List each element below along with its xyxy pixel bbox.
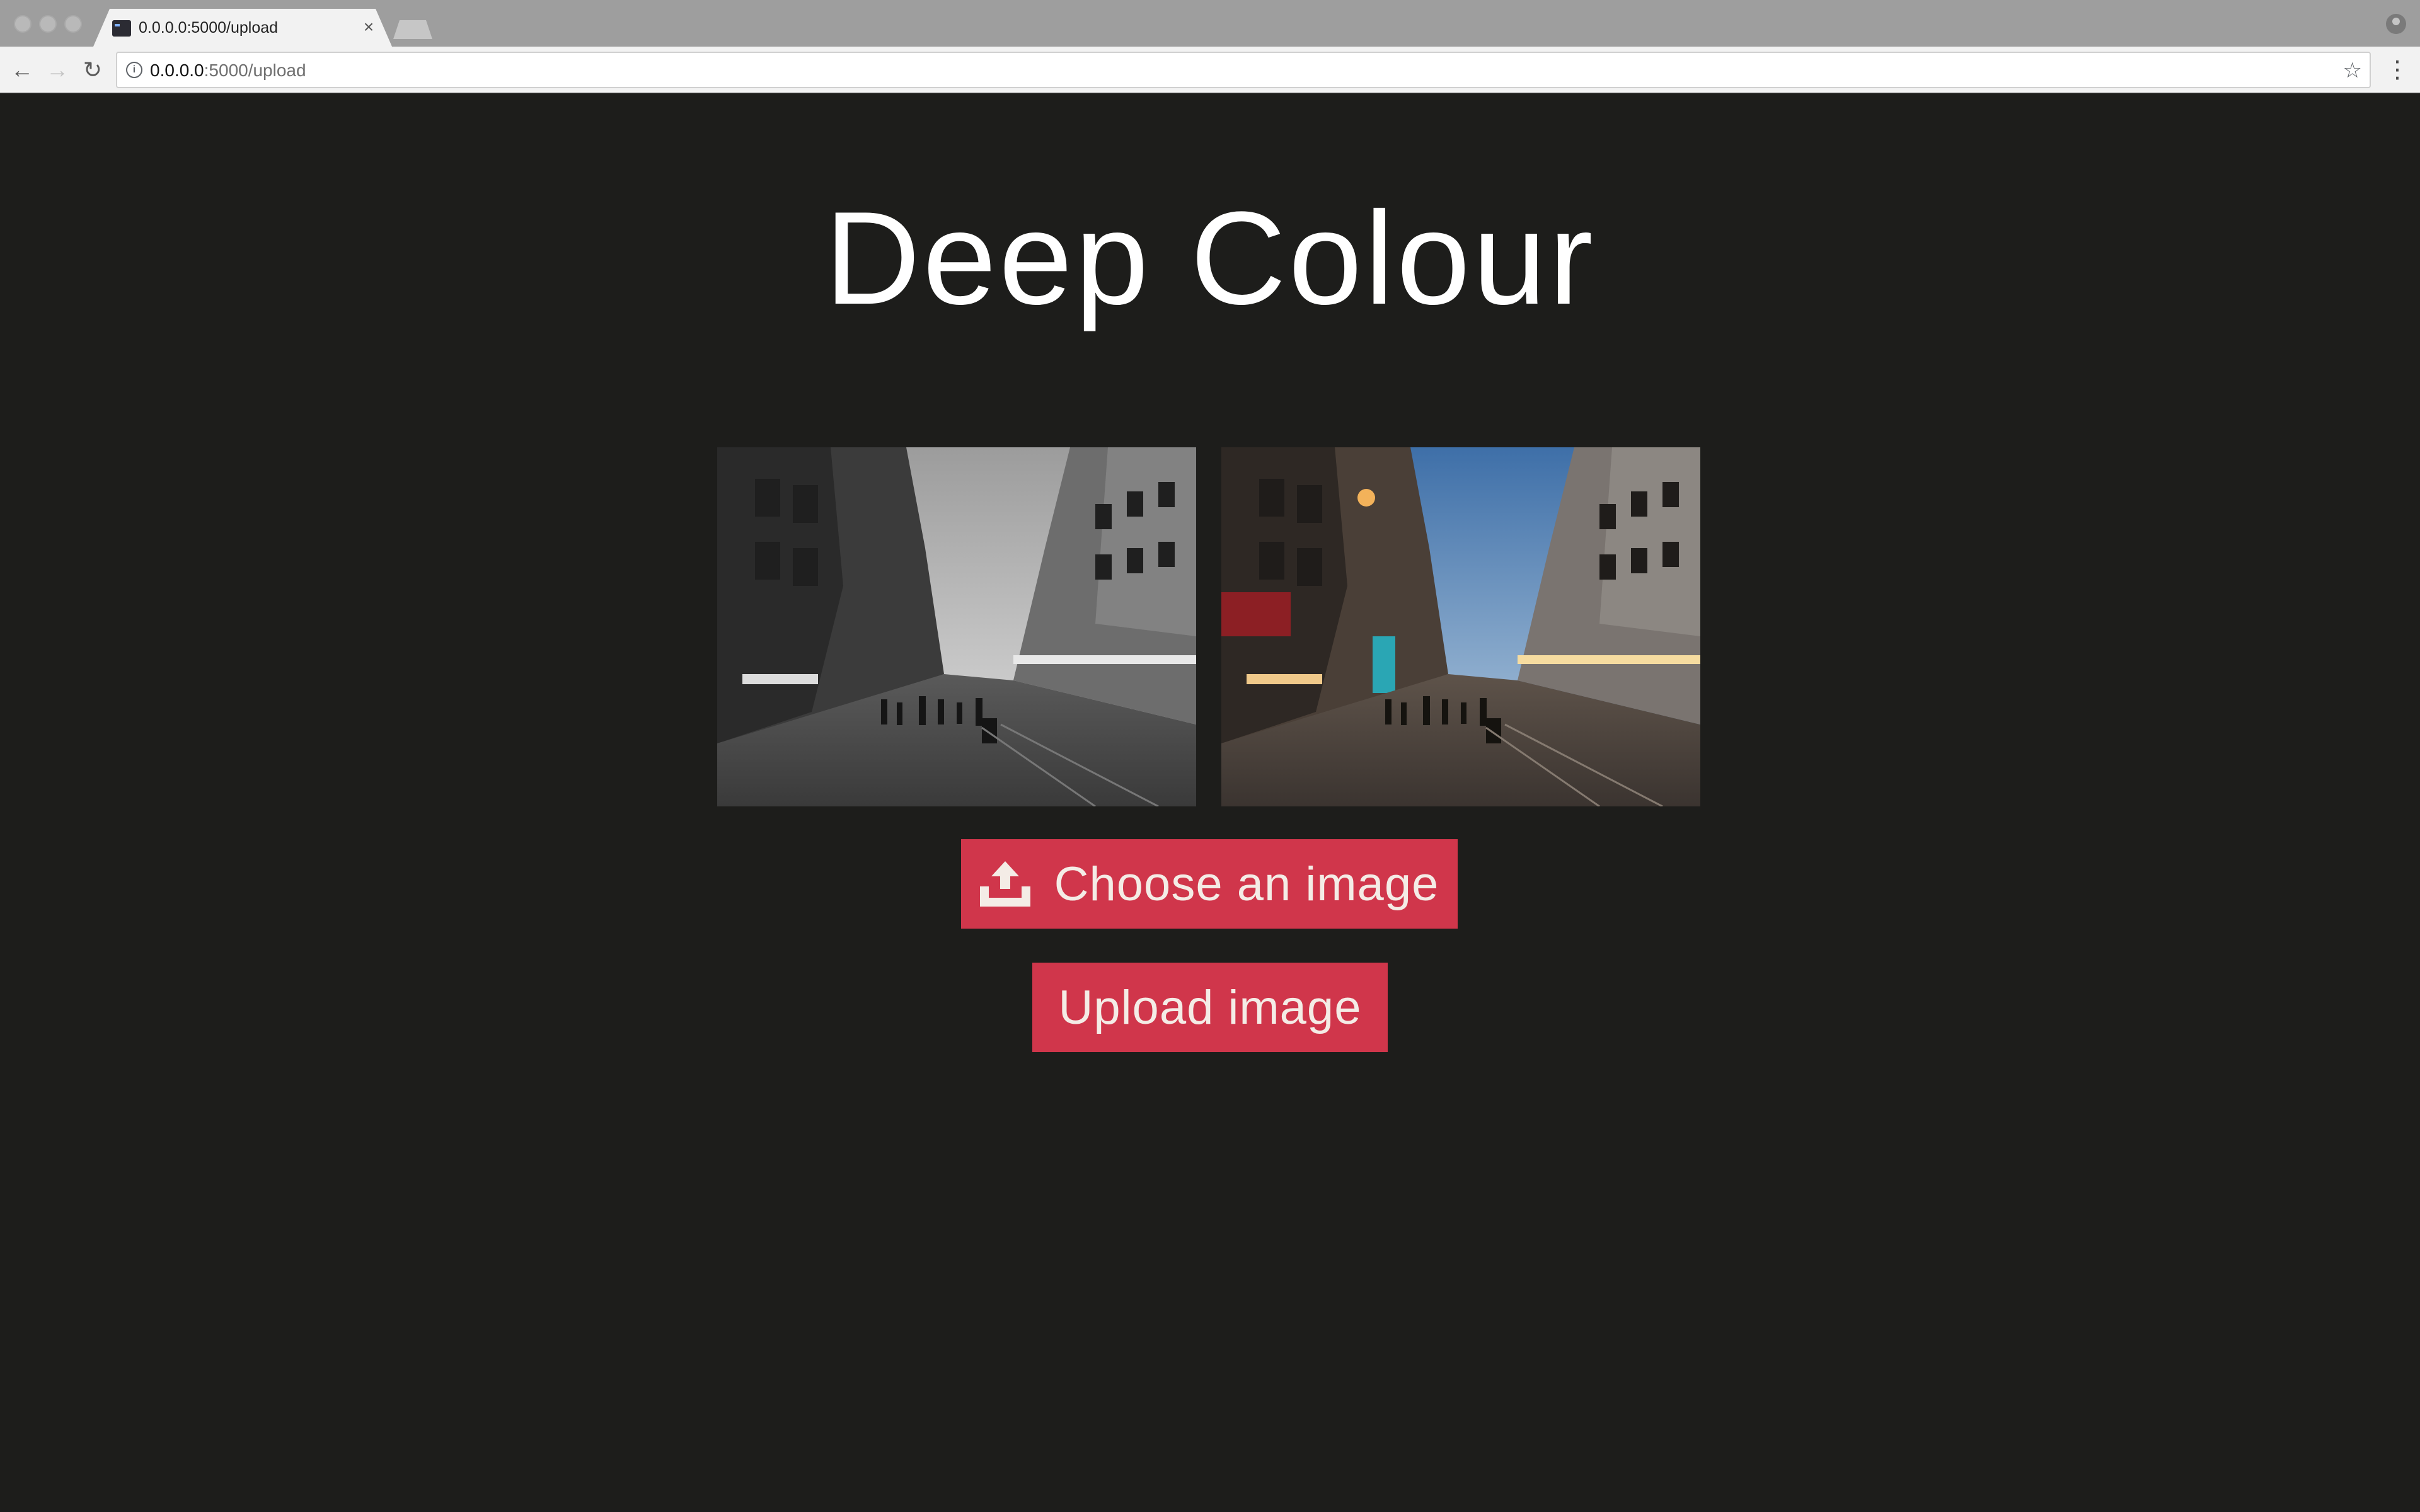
choose-image-button[interactable]: Choose an image: [961, 839, 1458, 929]
colourized-street-photo: [1221, 447, 1700, 806]
tab-close-icon[interactable]: ×: [359, 16, 378, 38]
window-close-control[interactable]: [14, 15, 32, 33]
browser-menu-icon[interactable]: ⋮: [2385, 54, 2410, 86]
window-maximize-control[interactable]: [64, 15, 82, 33]
window-minimize-control[interactable]: [39, 15, 57, 33]
new-tab-button[interactable]: [393, 20, 432, 39]
address-bar[interactable]: i 0.0.0.0:5000/upload ☆: [116, 52, 2371, 88]
url-path: :5000/upload: [204, 60, 306, 80]
profile-icon[interactable]: [2386, 14, 2406, 34]
browser-tab-active[interactable]: 0.0.0.0:5000/upload ×: [93, 9, 392, 47]
upload-image-label: Upload image: [1058, 980, 1362, 1034]
upload-image-button[interactable]: Upload image: [1032, 963, 1388, 1052]
url-host: 0.0.0.0: [150, 60, 204, 80]
page-title: Deep Colour: [824, 184, 1596, 332]
grayscale-street-photo: [717, 447, 1196, 806]
terminal-favicon-icon: [112, 20, 131, 37]
site-info-icon[interactable]: i: [126, 62, 142, 78]
upload-icon: [979, 861, 1030, 907]
grayscale-street-image: [717, 447, 1196, 806]
reload-icon[interactable]: ↻: [77, 54, 108, 86]
browser-tab-strip: 0.0.0.0:5000/upload ×: [0, 0, 2420, 47]
colourized-street-image: [1221, 447, 1700, 806]
bookmark-star-icon[interactable]: ☆: [2343, 58, 2362, 83]
tab-title: 0.0.0.0:5000/upload: [139, 19, 279, 37]
page-content: Deep Colour Choose an image Upload image: [0, 93, 2420, 1512]
browser-toolbar: ← → ↻ i 0.0.0.0:5000/upload ☆ ⋮: [0, 47, 2420, 93]
choose-image-label: Choose an image: [1054, 857, 1439, 911]
url-text[interactable]: 0.0.0.0:5000/upload: [150, 60, 306, 81]
forward-arrow-icon[interactable]: →: [42, 54, 73, 86]
back-arrow-icon[interactable]: ←: [6, 54, 38, 86]
